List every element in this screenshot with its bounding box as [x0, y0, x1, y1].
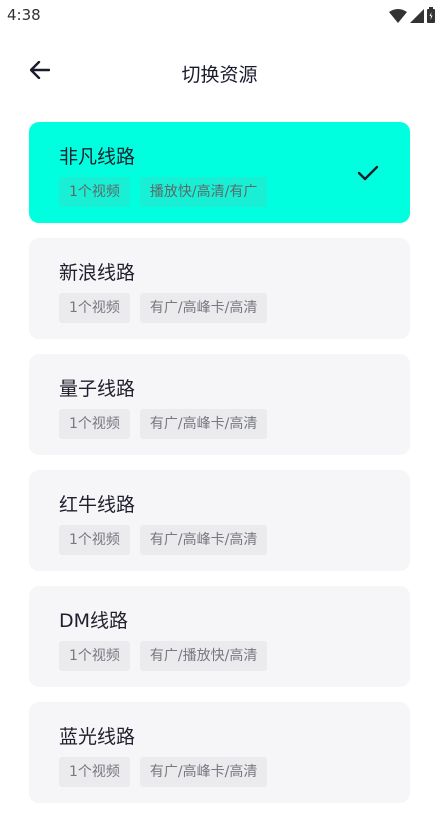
app-header: 切换资源 — [0, 52, 439, 92]
feature-tag: 有广/播放快/高清 — [139, 641, 268, 671]
status-bar: 4:38 — [0, 0, 439, 32]
check-icon — [356, 162, 380, 184]
status-icons — [389, 7, 435, 27]
source-name: 新浪线路 — [59, 262, 136, 284]
source-card-feifan[interactable]: 非凡线路 1个视频 播放快/高清/有广 — [29, 122, 410, 223]
wifi-icon — [389, 8, 407, 27]
source-name: 量子线路 — [59, 378, 136, 400]
feature-tag: 播放快/高清/有广 — [139, 177, 268, 207]
source-tags: 1个视频 有广/高峰卡/高清 — [59, 293, 268, 323]
source-name: DM线路 — [59, 610, 129, 632]
video-count-tag: 1个视频 — [59, 525, 130, 555]
video-count-tag: 1个视频 — [59, 177, 130, 207]
battery-icon — [427, 7, 435, 27]
source-name: 蓝光线路 — [59, 726, 136, 748]
feature-tag: 有广/高峰卡/高清 — [139, 757, 268, 787]
source-name: 红牛线路 — [59, 494, 136, 516]
source-card-xinlang[interactable]: 新浪线路 1个视频 有广/高峰卡/高清 — [29, 238, 410, 339]
feature-tag: 有广/高峰卡/高清 — [139, 409, 268, 439]
source-card-languang[interactable]: 蓝光线路 1个视频 有广/高峰卡/高清 — [29, 702, 410, 803]
source-list: 非凡线路 1个视频 播放快/高清/有广 新浪线路 1个视频 有广/高峰卡/高清 … — [29, 122, 410, 818]
source-tags: 1个视频 有广/高峰卡/高清 — [59, 409, 268, 439]
source-card-hongniu[interactable]: 红牛线路 1个视频 有广/高峰卡/高清 — [29, 470, 410, 571]
source-card-liangzi[interactable]: 量子线路 1个视频 有广/高峰卡/高清 — [29, 354, 410, 455]
source-tags: 1个视频 有广/高峰卡/高清 — [59, 757, 268, 787]
page-title: 切换资源 — [181, 64, 258, 86]
source-tags: 1个视频 有广/播放快/高清 — [59, 641, 268, 671]
feature-tag: 有广/高峰卡/高清 — [139, 525, 268, 555]
source-tags: 1个视频 有广/高峰卡/高清 — [59, 525, 268, 555]
feature-tag: 有广/高峰卡/高清 — [139, 293, 268, 323]
source-card-dm[interactable]: DM线路 1个视频 有广/播放快/高清 — [29, 586, 410, 687]
source-name: 非凡线路 — [59, 146, 136, 168]
video-count-tag: 1个视频 — [59, 757, 130, 787]
video-count-tag: 1个视频 — [59, 641, 130, 671]
source-tags: 1个视频 播放快/高清/有广 — [59, 177, 268, 207]
video-count-tag: 1个视频 — [59, 293, 130, 323]
video-count-tag: 1个视频 — [59, 409, 130, 439]
signal-icon — [410, 8, 424, 27]
status-time: 4:38 — [7, 6, 41, 24]
